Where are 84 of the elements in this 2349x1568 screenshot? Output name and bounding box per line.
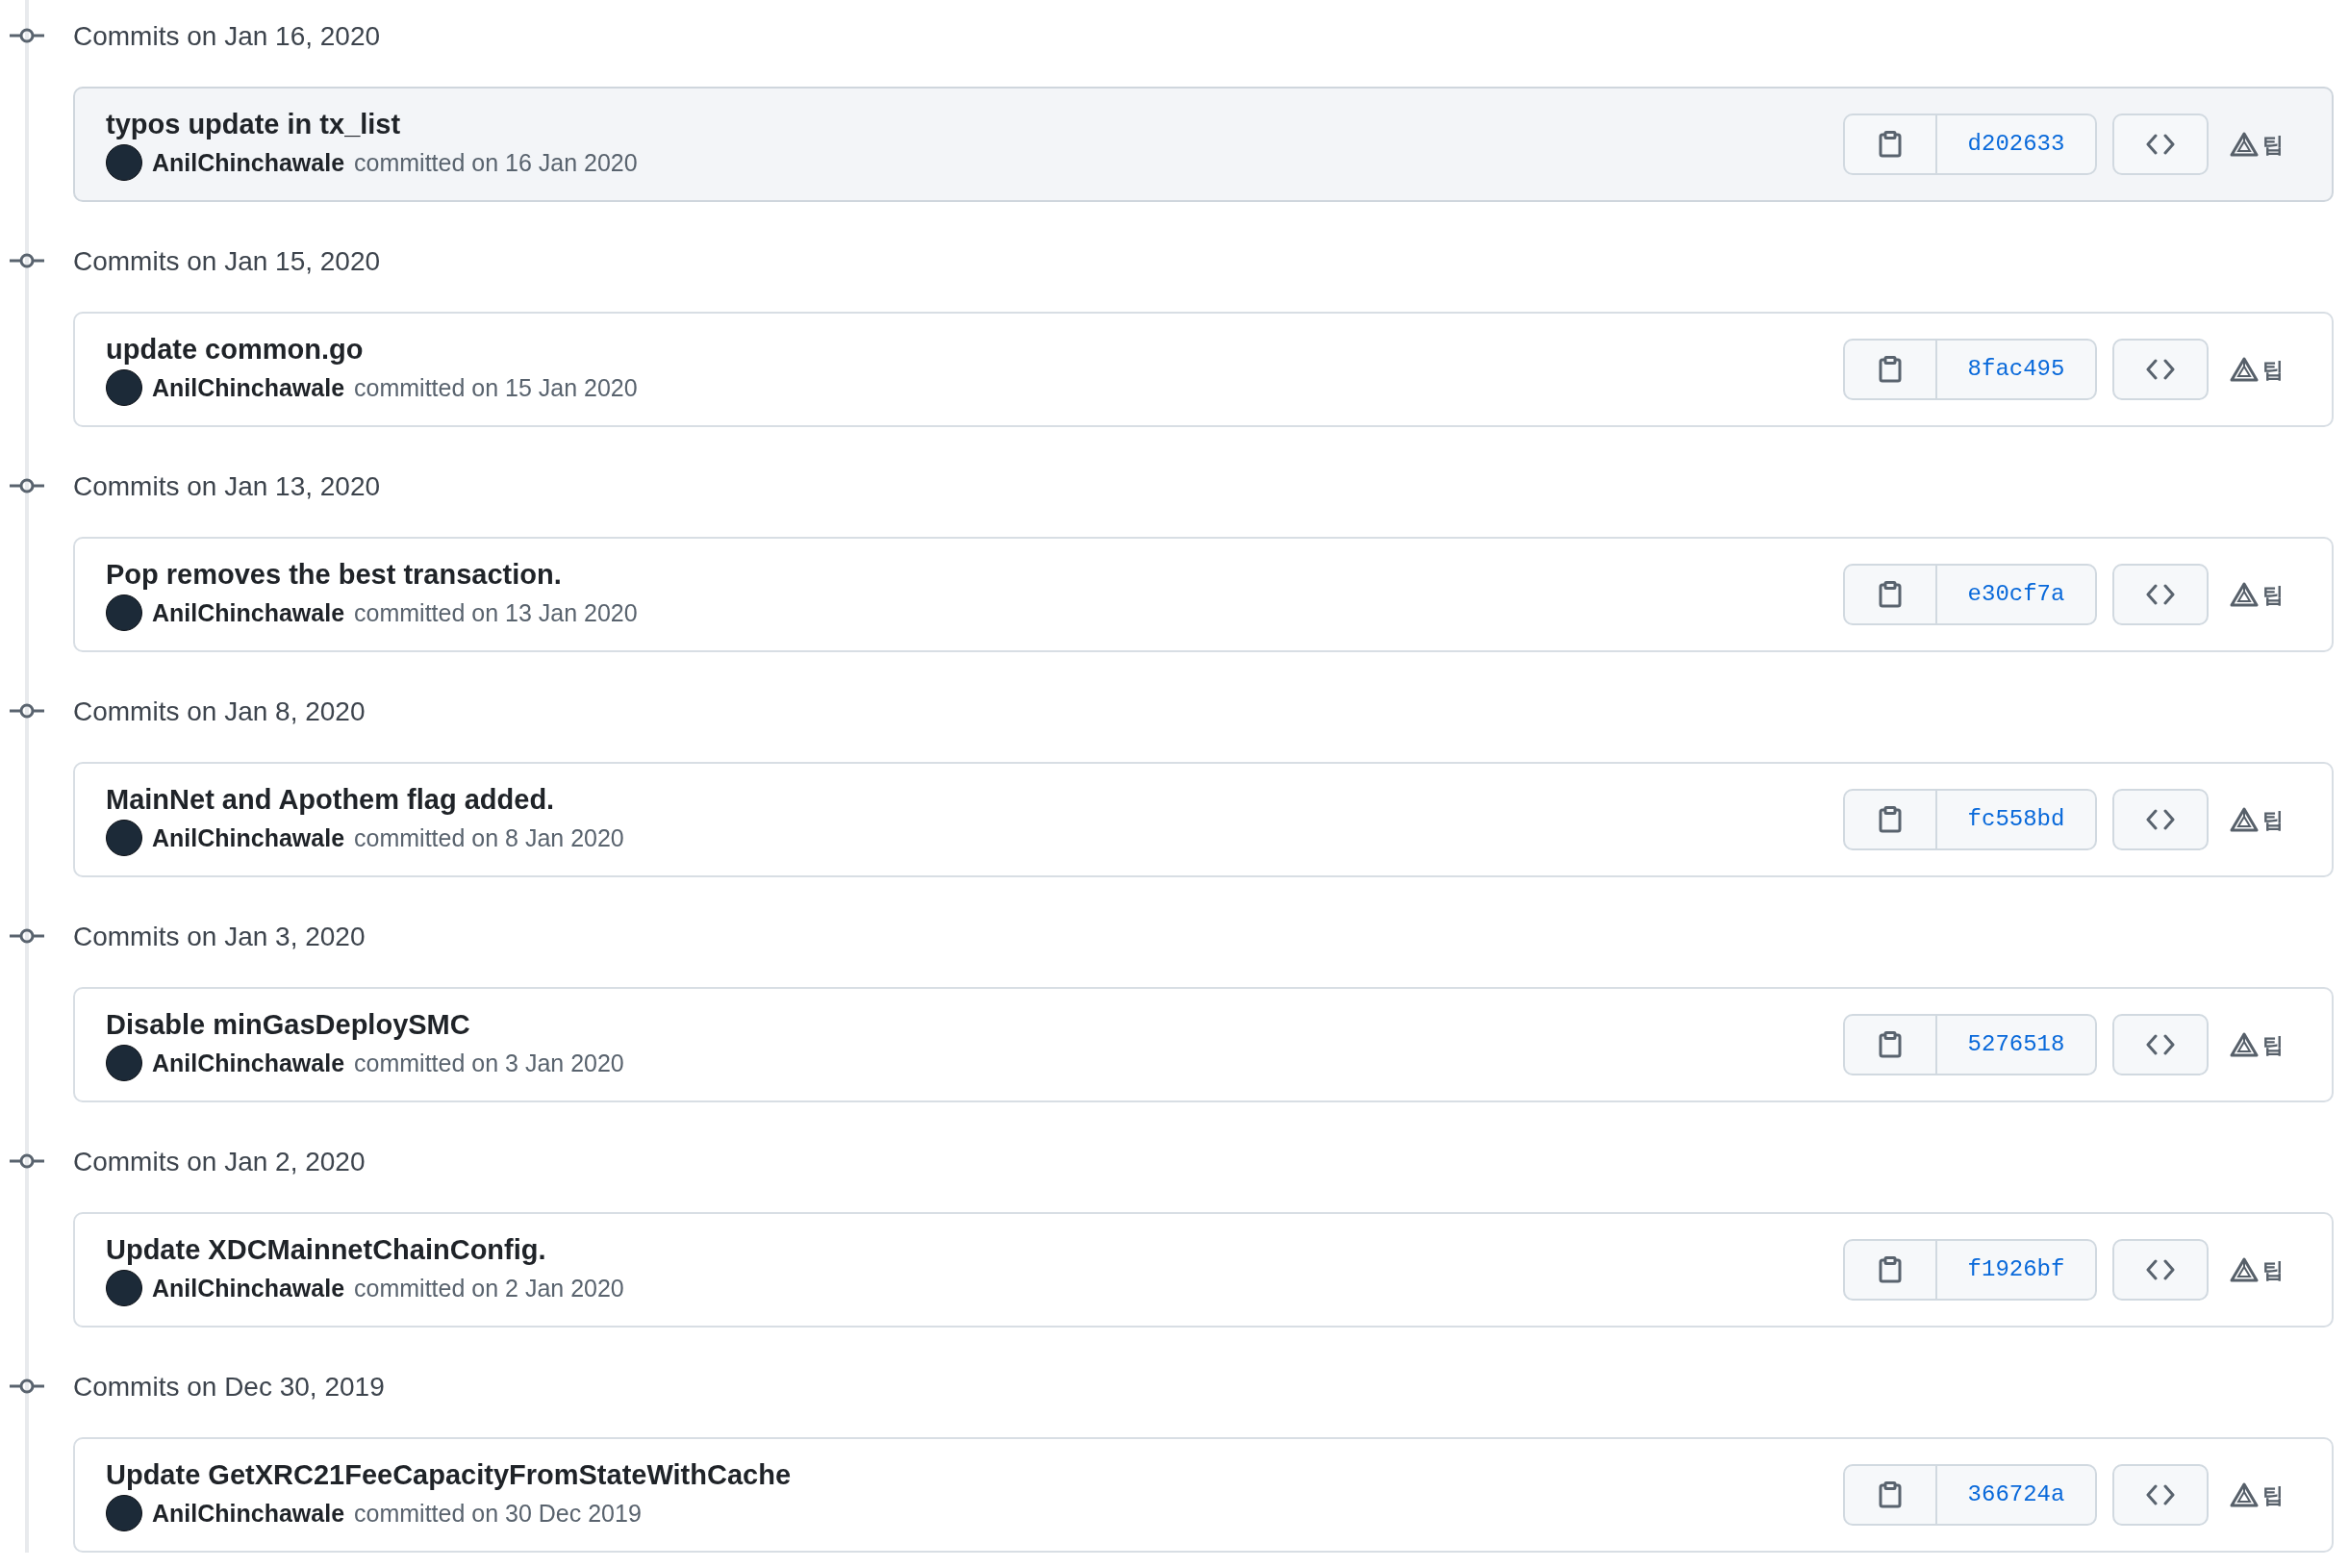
triangle-icon[interactable] — [2230, 1257, 2259, 1282]
code-icon — [2146, 809, 2175, 830]
extension-label: 팁 — [2262, 1031, 2284, 1059]
code-icon — [2146, 359, 2175, 380]
commit-date: committed on 30 Dec 2019 — [354, 1498, 642, 1529]
extension-label: 팁 — [2262, 1256, 2284, 1284]
triangle-icon[interactable] — [2230, 1482, 2259, 1507]
clipboard-icon — [1879, 806, 1902, 833]
sha-link[interactable]: 5276518 — [1937, 1016, 2095, 1074]
date-heading: Commits on Jan 16, 2020 — [73, 20, 381, 53]
clipboard-icon — [1879, 131, 1902, 158]
browse-code-button[interactable] — [2112, 339, 2209, 400]
triangle-icon[interactable] — [2230, 582, 2259, 607]
commit-date: committed on 8 Jan 2020 — [354, 822, 624, 853]
commit-icon — [10, 252, 44, 269]
avatar-icon — [106, 1270, 142, 1307]
commit-date: committed on 15 Jan 2020 — [354, 372, 638, 403]
author-link[interactable]: AnilChinchawale — [152, 820, 345, 857]
sha-link[interactable]: fc558bd — [1937, 791, 2095, 848]
author-link[interactable]: AnilChinchawale — [152, 144, 345, 182]
sha-link[interactable]: 366724a — [1937, 1466, 2095, 1524]
commit-icon — [10, 702, 44, 720]
date-heading: Commits on Jan 8, 2020 — [73, 695, 366, 728]
date-heading: Commits on Jan 2, 2020 — [73, 1146, 366, 1178]
sha-link[interactable]: e30cf7a — [1937, 566, 2095, 623]
clipboard-icon — [1879, 581, 1902, 608]
date-heading: Commits on Jan 3, 2020 — [73, 921, 366, 953]
commit-date: committed on 3 Jan 2020 — [354, 1048, 624, 1078]
commit-message[interactable]: Disable minGasDeploySMC — [106, 1007, 1843, 1042]
code-icon — [2146, 584, 2175, 605]
avatar-icon — [106, 369, 142, 407]
code-icon — [2146, 1484, 2175, 1505]
extension-label: 팁 — [2262, 581, 2284, 609]
clipboard-icon — [1879, 1031, 1902, 1058]
clipboard-icon — [1879, 1256, 1902, 1283]
sha-link[interactable]: d202633 — [1937, 115, 2095, 173]
browse-code-button[interactable] — [2112, 564, 2209, 625]
triangle-icon[interactable] — [2230, 807, 2259, 832]
clipboard-icon — [1879, 1481, 1902, 1508]
extension-label: 팁 — [2262, 806, 2284, 834]
avatar-icon — [106, 1045, 142, 1082]
clipboard-icon — [1879, 356, 1902, 383]
triangle-icon[interactable] — [2230, 1032, 2259, 1057]
author-link[interactable]: AnilChinchawale — [152, 1495, 345, 1532]
code-icon — [2146, 1259, 2175, 1280]
commit-icon — [10, 27, 44, 44]
browse-code-button[interactable] — [2112, 1464, 2209, 1526]
extension-label: 팁 — [2262, 131, 2284, 159]
author-link[interactable]: AnilChinchawale — [152, 1045, 345, 1082]
avatar-icon — [106, 820, 142, 857]
triangle-icon[interactable] — [2230, 357, 2259, 382]
sha-link[interactable]: 8fac495 — [1937, 341, 2095, 398]
sha-link[interactable]: f1926bf — [1937, 1241, 2095, 1299]
commit-message[interactable]: Update GetXRC21FeeCapacityFromStateWithCache — [106, 1457, 1843, 1492]
date-heading: Commits on Jan 15, 2020 — [73, 245, 381, 278]
code-icon — [2146, 134, 2175, 155]
commit-icon — [10, 1152, 44, 1170]
commit-date: committed on 2 Jan 2020 — [354, 1273, 624, 1303]
code-icon — [2146, 1034, 2175, 1055]
author-link[interactable]: AnilChinchawale — [152, 594, 345, 632]
commit-message[interactable]: Pop removes the best transaction. — [106, 557, 1843, 592]
author-link[interactable]: AnilChinchawale — [152, 1270, 345, 1307]
browse-code-button[interactable] — [2112, 114, 2209, 175]
avatar-icon — [106, 144, 142, 182]
browse-code-button[interactable] — [2112, 1239, 2209, 1301]
triangle-icon[interactable] — [2230, 132, 2259, 157]
browse-code-button[interactable] — [2112, 1014, 2209, 1075]
extension-label: 팁 — [2262, 356, 2284, 384]
commit-message[interactable]: Update XDCMainnetChainConfig. — [106, 1232, 1843, 1267]
avatar-icon — [106, 594, 142, 632]
commit-date: committed on 16 Jan 2020 — [354, 147, 638, 178]
commit-message[interactable]: MainNet and Apothem flag added. — [106, 782, 1843, 817]
avatar-icon — [106, 1495, 142, 1532]
browse-code-button[interactable] — [2112, 789, 2209, 850]
commit-date: committed on 13 Jan 2020 — [354, 597, 638, 628]
commit-icon — [10, 927, 44, 945]
extension-label: 팁 — [2262, 1481, 2284, 1509]
commit-icon — [10, 1378, 44, 1395]
author-link[interactable]: AnilChinchawale — [152, 369, 345, 407]
commit-icon — [10, 477, 44, 494]
commit-message[interactable]: typos update in tx_list — [106, 107, 1843, 141]
date-heading: Commits on Dec 30, 2019 — [73, 1371, 385, 1404]
date-heading: Commits on Jan 13, 2020 — [73, 470, 381, 503]
commit-message[interactable]: update common.go — [106, 332, 1843, 367]
